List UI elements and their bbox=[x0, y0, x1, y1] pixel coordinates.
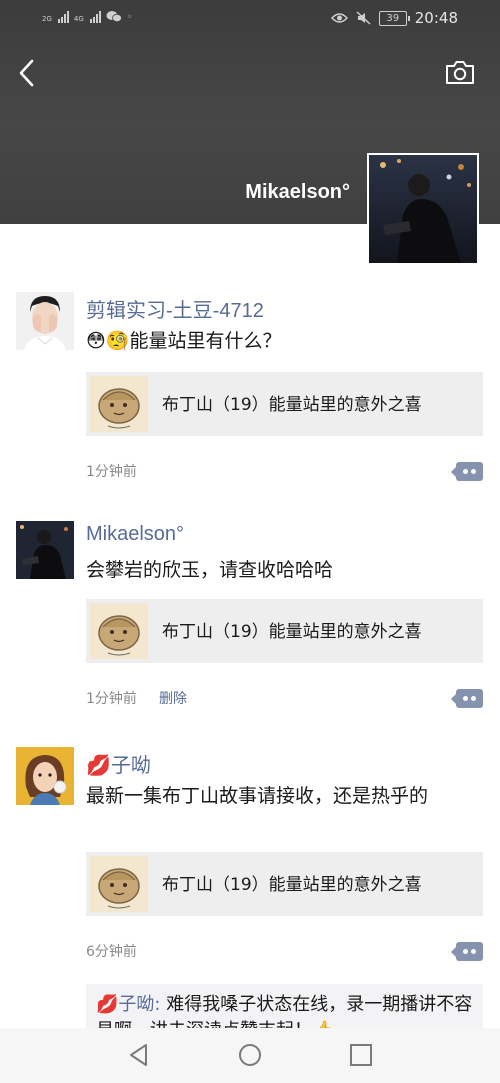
post-text: 😳🧐能量站里有什么？ bbox=[86, 328, 478, 354]
more-dots-icon bbox=[463, 949, 468, 954]
signal-group: 2G 4G ◦ bbox=[42, 10, 133, 23]
network-type-2: 4G bbox=[73, 15, 84, 23]
comment-author[interactable]: 子呦: bbox=[118, 994, 160, 1015]
pudding-mountain-thumbnail-icon bbox=[90, 856, 148, 912]
post-text: 会攀岩的欣玉，请查收哈哈哈 bbox=[86, 559, 334, 581]
mute-icon bbox=[356, 11, 371, 25]
lips-emoji-icon: 💋 bbox=[86, 755, 111, 777]
avatar-image bbox=[16, 521, 74, 579]
status-bar: 2G 4G ◦ 39 20:48 bbox=[0, 0, 500, 38]
profile-name[interactable]: Mikaelson° bbox=[245, 181, 350, 204]
shared-link-card[interactable]: 布丁山（19）能量站里的意外之喜 bbox=[86, 852, 483, 916]
camera-button[interactable] bbox=[444, 58, 476, 86]
camera-icon bbox=[446, 61, 474, 84]
status-right: 39 20:48 bbox=[330, 9, 458, 27]
avatar[interactable] bbox=[16, 521, 74, 579]
post-time: 1分钟前 bbox=[86, 691, 137, 707]
comment-box: 💋子呦: 难得我嗓子状态在线，录一期播讲不容易啊，讲去深读点赞支起！👍 bbox=[86, 984, 483, 1030]
post-time: 1分钟前 bbox=[86, 464, 137, 480]
nav-recents-button[interactable] bbox=[348, 1042, 374, 1068]
post-text: 最新一集布丁山故事请接收，还是热乎的 bbox=[86, 785, 429, 807]
emoji-icon: 😳🧐 bbox=[86, 330, 130, 352]
back-button[interactable] bbox=[14, 56, 42, 90]
nav-home-button[interactable] bbox=[237, 1042, 263, 1068]
network-type-1: 2G bbox=[42, 15, 52, 23]
clock: 20:48 bbox=[414, 9, 458, 27]
avatar-image bbox=[16, 747, 74, 805]
more-actions-button[interactable] bbox=[451, 942, 483, 961]
profile-avatar-image bbox=[369, 155, 477, 263]
signal-icon bbox=[57, 11, 69, 23]
signal-icon-2 bbox=[89, 11, 101, 23]
link-thumbnail bbox=[90, 856, 148, 912]
pudding-mountain-thumbnail-icon bbox=[90, 376, 148, 432]
lips-emoji-icon: 💋 bbox=[96, 994, 119, 1015]
pudding-mountain-thumbnail-icon bbox=[90, 603, 148, 659]
link-thumbnail bbox=[90, 376, 148, 432]
nickname-text: 子呦 bbox=[110, 755, 151, 777]
wechat-notification-icon bbox=[106, 11, 122, 23]
shared-link-card[interactable]: 布丁山（19）能量站里的意外之喜 bbox=[86, 372, 483, 436]
avatar-image bbox=[16, 292, 74, 350]
comment-item[interactable]: 💋子呦: 难得我嗓子状态在线，录一期播讲不容易啊，讲去深读点赞支起！👍 bbox=[96, 992, 476, 1030]
link-title: 布丁山（19）能量站里的意外之喜 bbox=[162, 622, 422, 642]
more-dots-icon bbox=[471, 949, 476, 954]
nav-back-icon bbox=[130, 1044, 147, 1066]
nickname-link[interactable]: 剪辑实习-土豆-4712 bbox=[86, 294, 264, 323]
post-text-body: 能量站里有什么？ bbox=[129, 330, 282, 352]
more-dots-icon bbox=[463, 469, 468, 474]
more-actions-button[interactable] bbox=[451, 689, 483, 708]
nav-recents-icon bbox=[350, 1044, 372, 1066]
post-time: 6分钟前 bbox=[86, 944, 137, 960]
more-dots-icon bbox=[471, 696, 476, 701]
more-dots-icon bbox=[471, 469, 476, 474]
link-thumbnail bbox=[90, 603, 148, 659]
link-title: 布丁山（19）能量站里的意外之喜 bbox=[162, 395, 422, 415]
nickname-link[interactable]: 💋子呦 bbox=[86, 749, 151, 778]
nav-back-button[interactable] bbox=[126, 1042, 152, 1068]
eye-icon bbox=[330, 13, 348, 23]
delete-button[interactable]: 删除 bbox=[159, 688, 187, 708]
nickname-link[interactable]: Mikaelson° bbox=[86, 523, 184, 546]
shared-link-card[interactable]: 布丁山（19）能量站里的意外之喜 bbox=[86, 599, 483, 663]
dot-icon: ◦ bbox=[126, 12, 133, 23]
more-actions-button[interactable] bbox=[451, 462, 483, 481]
battery-icon: 39 bbox=[378, 10, 410, 26]
avatar[interactable] bbox=[16, 747, 74, 805]
profile-avatar[interactable] bbox=[367, 153, 479, 265]
navigation-bar bbox=[0, 1028, 500, 1083]
more-dots-icon bbox=[463, 696, 468, 701]
link-title: 布丁山（19）能量站里的意外之喜 bbox=[162, 875, 422, 895]
avatar[interactable] bbox=[16, 292, 74, 350]
back-arrow-icon bbox=[19, 59, 34, 87]
nav-home-icon bbox=[239, 1044, 261, 1066]
